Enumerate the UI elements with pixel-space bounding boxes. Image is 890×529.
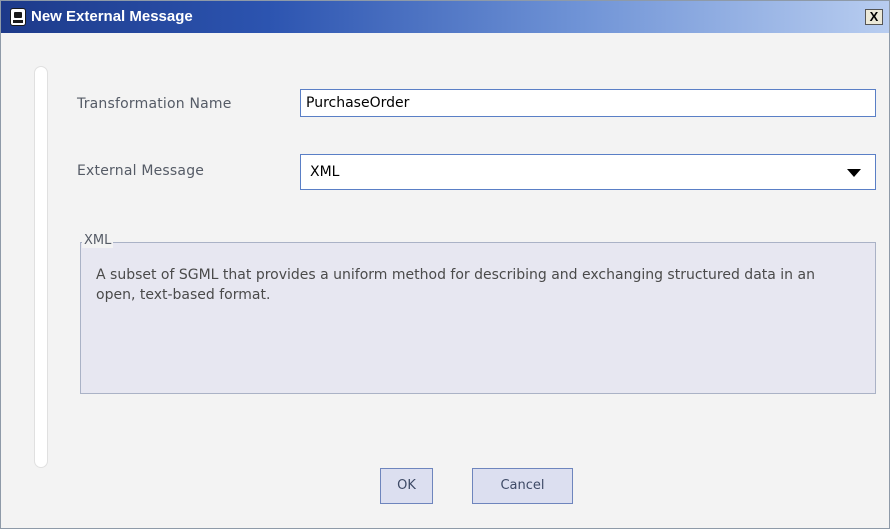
close-button[interactable]: X bbox=[865, 9, 883, 25]
external-message-label: External Message bbox=[77, 163, 205, 179]
ok-button[interactable]: OK bbox=[380, 468, 433, 504]
left-rail-decoration bbox=[34, 66, 48, 468]
description-legend: XML bbox=[82, 233, 114, 248]
cancel-button[interactable]: Cancel bbox=[472, 468, 573, 504]
external-message-selected-value: XML bbox=[310, 164, 340, 180]
window-title: New External Message bbox=[31, 8, 193, 25]
app-icon bbox=[10, 8, 26, 26]
dialog-window: New External Message X Transformation Na… bbox=[0, 0, 890, 529]
description-text: A subset of SGML that provides a uniform… bbox=[96, 267, 815, 303]
transformation-name-label: Transformation Name bbox=[77, 96, 232, 112]
title-bar[interactable]: New External Message X bbox=[1, 1, 889, 33]
external-message-select[interactable]: XML bbox=[300, 154, 876, 190]
dropdown-arrow-icon[interactable] bbox=[847, 169, 861, 177]
transformation-name-input[interactable] bbox=[300, 89, 876, 117]
